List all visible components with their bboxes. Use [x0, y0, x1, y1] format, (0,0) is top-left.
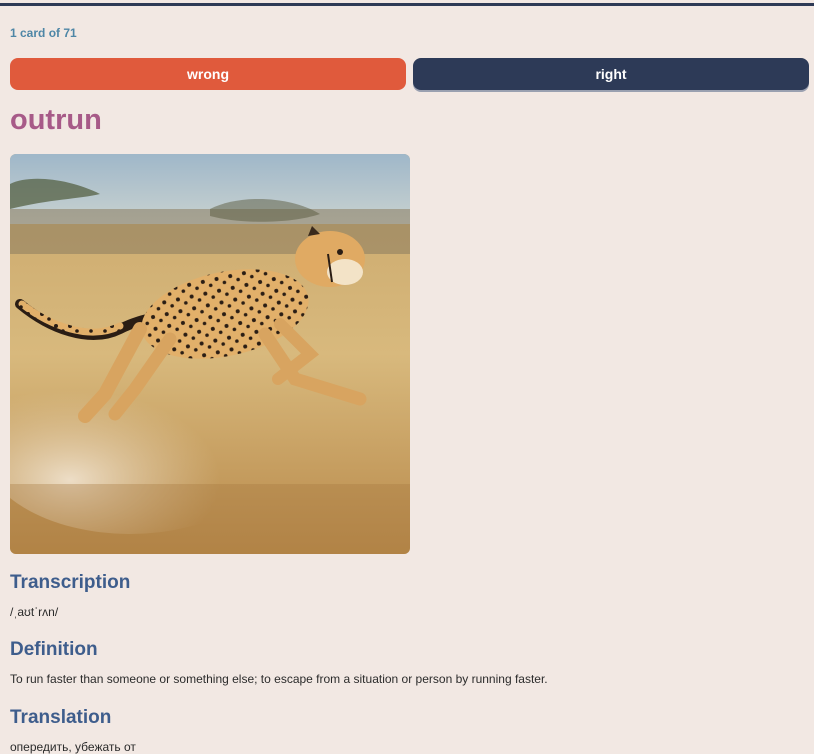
- definition-text: To run faster than someone or something …: [10, 672, 548, 686]
- transcription-heading: Transcription: [10, 572, 131, 593]
- translation-heading: Translation: [10, 707, 112, 728]
- wrong-button[interactable]: wrong: [10, 58, 406, 90]
- cheetah-illustration: [10, 154, 410, 554]
- card-word: outrun: [10, 104, 102, 136]
- transcription-text: /ˌaʊtˈrʌn/: [10, 605, 59, 619]
- card-image: [10, 154, 410, 554]
- right-button[interactable]: right: [413, 58, 809, 90]
- translation-text: опередить, убежать от: [10, 740, 136, 754]
- definition-heading: Definition: [10, 639, 98, 660]
- card-counter: 1 card of 71: [10, 26, 77, 40]
- top-accent-bar: [0, 3, 814, 6]
